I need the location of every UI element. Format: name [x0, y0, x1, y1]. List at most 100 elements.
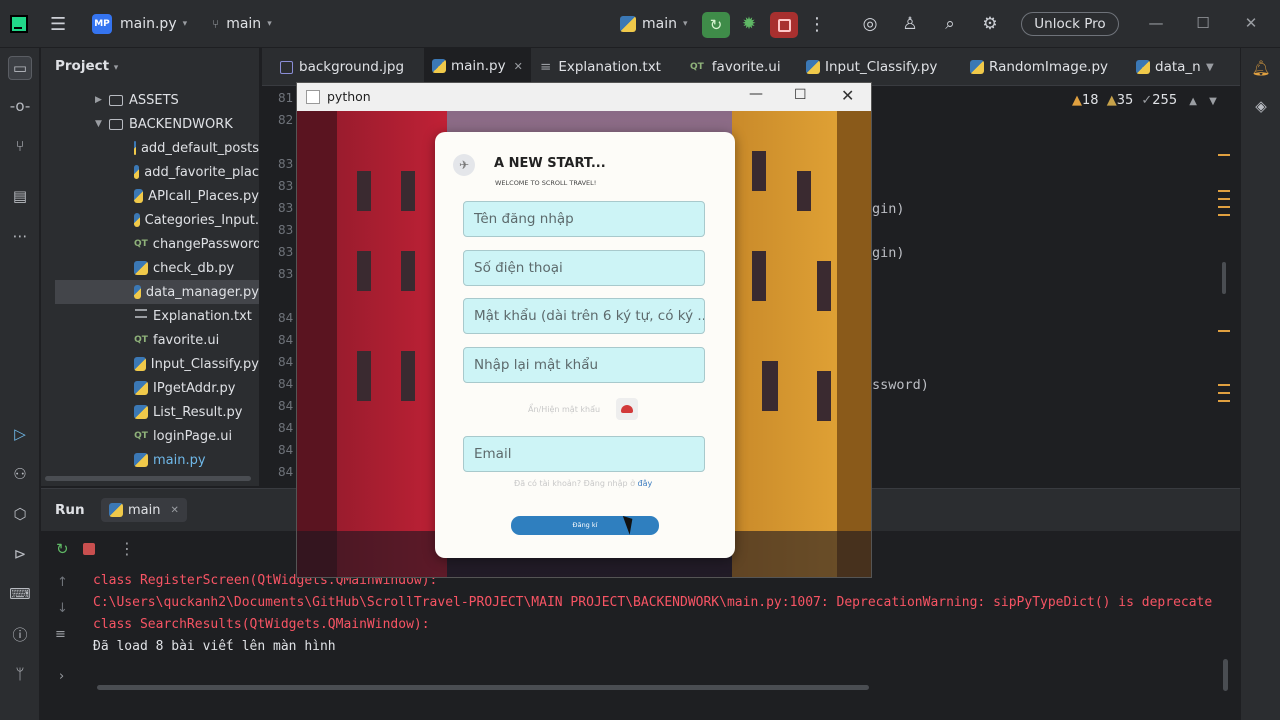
close-tab-icon[interactable]: ✕ [170, 505, 178, 516]
gear-icon[interactable]: ⚙ [978, 0, 1002, 48]
tree-file[interactable]: APIcall_Places.py [41, 184, 259, 208]
warning-stripe-marker[interactable] [1218, 190, 1230, 192]
close-icon[interactable]: ✕ [841, 86, 854, 105]
horizontal-scrollbar[interactable] [97, 685, 869, 690]
tree-file[interactable]: main.py [41, 448, 259, 472]
close-tab-icon[interactable]: ✕ [514, 60, 523, 73]
python-file-icon [1136, 60, 1150, 74]
chevron-down-icon[interactable]: ▼ [1209, 96, 1217, 107]
folder-icon[interactable]: ▭ [8, 56, 32, 80]
tree-file[interactable]: check_db.py [41, 256, 259, 280]
tree-file[interactable]: List_Result.py [41, 400, 259, 424]
run-panel-icon[interactable]: ▷ [8, 422, 32, 446]
main-menu-icon[interactable]: ☰ [50, 0, 66, 48]
minimize-icon[interactable]: — [749, 86, 763, 102]
show-password-button[interactable] [616, 398, 638, 420]
tab-label: Explanation.txt [558, 59, 661, 75]
tab-background-jpg[interactable]: background.jpg [280, 48, 404, 86]
confirm-password-field[interactable]: Nhập lại mật khẩu [463, 347, 705, 383]
tab-list-chevron-icon[interactable]: ▼ [1206, 48, 1214, 86]
python-file-icon [134, 141, 136, 155]
tab-explanation-txt[interactable]: ≡ Explanation.txt [540, 48, 661, 86]
tree-file[interactable]: QT loginPage.ui [41, 424, 259, 448]
run-tab-main[interactable]: main ✕ [101, 498, 187, 522]
project-selector[interactable]: MP main.py ▾ [92, 0, 187, 48]
ai-chat-icon[interactable]: ◈ [1249, 94, 1273, 118]
warning-stripe-marker[interactable] [1218, 392, 1230, 394]
arrow-up-icon[interactable]: ↑ [57, 575, 68, 590]
inspection-widget[interactable]: ▲18 ▲35 ✓255 ▲ ▼ [1072, 93, 1217, 108]
tab-randomimage[interactable]: RandomImage.py [970, 48, 1108, 86]
python-icon [620, 16, 636, 32]
pull-request-icon[interactable]: ⑂ [8, 134, 32, 158]
branch-selector[interactable]: ⑂ main ▾ [212, 0, 272, 48]
structure-icon[interactable]: ▤ [8, 184, 32, 208]
soft-wrap-icon[interactable]: ≡ [55, 627, 66, 642]
version-control-icon[interactable]: ᛘ [8, 662, 32, 686]
phone-field[interactable]: Số điện thoại [463, 250, 705, 286]
python-console-icon[interactable]: ⚇ [8, 462, 32, 486]
maximize-icon[interactable]: ☐ [794, 87, 807, 103]
warning-stripe-marker[interactable] [1218, 206, 1230, 208]
arrow-down-icon[interactable]: ↓ [57, 601, 68, 616]
services-icon[interactable]: ⊳ [8, 542, 32, 566]
python-packages-icon[interactable]: ⬡ [8, 502, 32, 526]
minimize-icon[interactable]: — [1141, 8, 1171, 38]
show-password-label: Ẩn/Hiện mật khẩu [528, 405, 601, 414]
more-vertical-icon[interactable]: ⋮ [806, 0, 828, 48]
warning-stripe-marker[interactable] [1218, 330, 1230, 332]
password-field[interactable]: Mật khẩu (dài trên 6 ký tự, có ký ... [463, 298, 705, 334]
tree-folder-assets[interactable]: ▶ ASSETS [41, 88, 259, 112]
tree-file[interactable]: add_favorite_plac [41, 160, 259, 184]
tree-label: BACKENDWORK [129, 116, 233, 132]
terminal-icon[interactable]: ⌨ [8, 582, 32, 606]
horizontal-scrollbar[interactable] [45, 476, 251, 481]
app-logo-icon[interactable] [10, 0, 28, 48]
email-field[interactable]: Email [463, 436, 705, 472]
ai-assistant-icon[interactable]: ◎ [858, 0, 882, 48]
vertical-scrollbar[interactable] [1223, 659, 1228, 691]
warning-stripe-marker[interactable] [1218, 384, 1230, 386]
tab-main-py[interactable]: main.py ✕ [424, 48, 531, 86]
stop-button[interactable] [770, 12, 798, 38]
tree-file-selected[interactable]: data_manager.py [55, 280, 259, 304]
close-icon[interactable]: ✕ [1236, 8, 1266, 38]
tree-folder-backendwork[interactable]: ▼ BACKENDWORK [41, 112, 259, 136]
add-user-icon[interactable]: ♙ [898, 0, 922, 48]
problems-icon[interactable]: ⓘ [8, 622, 32, 646]
vertical-scrollbar[interactable] [1222, 262, 1226, 294]
more-horizontal-icon[interactable]: ⋯ [8, 224, 32, 248]
tree-file[interactable]: QT favorite.ui [41, 328, 259, 352]
form-subheading: WELCOME TO SCROLL TRAVEL! [495, 179, 597, 187]
stop-icon[interactable] [83, 543, 95, 555]
commit-icon[interactable]: -o- [8, 94, 32, 118]
chevron-up-icon[interactable]: ▲ [1189, 96, 1197, 107]
tree-file[interactable]: Categories_Input. [41, 208, 259, 232]
warning-stripe-marker[interactable] [1218, 154, 1230, 156]
login-link[interactable]: đây [638, 479, 653, 488]
tab-input-classify[interactable]: Input_Classify.py [806, 48, 937, 86]
app-window-title: python [327, 89, 371, 104]
tree-file[interactable]: Input_Classify.py [41, 352, 259, 376]
run-config-selector[interactable]: main ▾ [620, 0, 688, 48]
notifications-icon[interactable]: 🔔︎ [1249, 56, 1273, 80]
tab-data-n[interactable]: data_n [1136, 48, 1201, 86]
rerun-button[interactable]: ↻ [702, 12, 730, 38]
warning-stripe-marker[interactable] [1218, 400, 1230, 402]
maximize-icon[interactable]: ☐ [1188, 8, 1218, 38]
project-panel-title[interactable]: Project ▾ [55, 58, 118, 74]
debug-bug-icon[interactable]: ✹ [737, 0, 761, 48]
warning-stripe-marker[interactable] [1218, 198, 1230, 200]
tab-favorite-ui[interactable]: QT favorite.ui [690, 48, 781, 86]
tree-file[interactable]: Explanation.txt [41, 304, 259, 328]
tree-file[interactable]: add_default_posts [41, 136, 259, 160]
tree-file[interactable]: QT changePassword' [41, 232, 259, 256]
python-file-icon [134, 213, 140, 227]
unlock-pro-button[interactable]: Unlock Pro [1021, 12, 1119, 36]
username-field[interactable]: Tên đăng nhập [463, 201, 705, 237]
tree-file[interactable]: IPgetAddr.py [41, 376, 259, 400]
search-icon[interactable]: ⌕ [938, 0, 962, 48]
more-vertical-icon[interactable]: ⋮ [119, 539, 135, 558]
rerun-icon[interactable]: ↻ [56, 540, 69, 558]
warning-stripe-marker[interactable] [1218, 214, 1230, 216]
